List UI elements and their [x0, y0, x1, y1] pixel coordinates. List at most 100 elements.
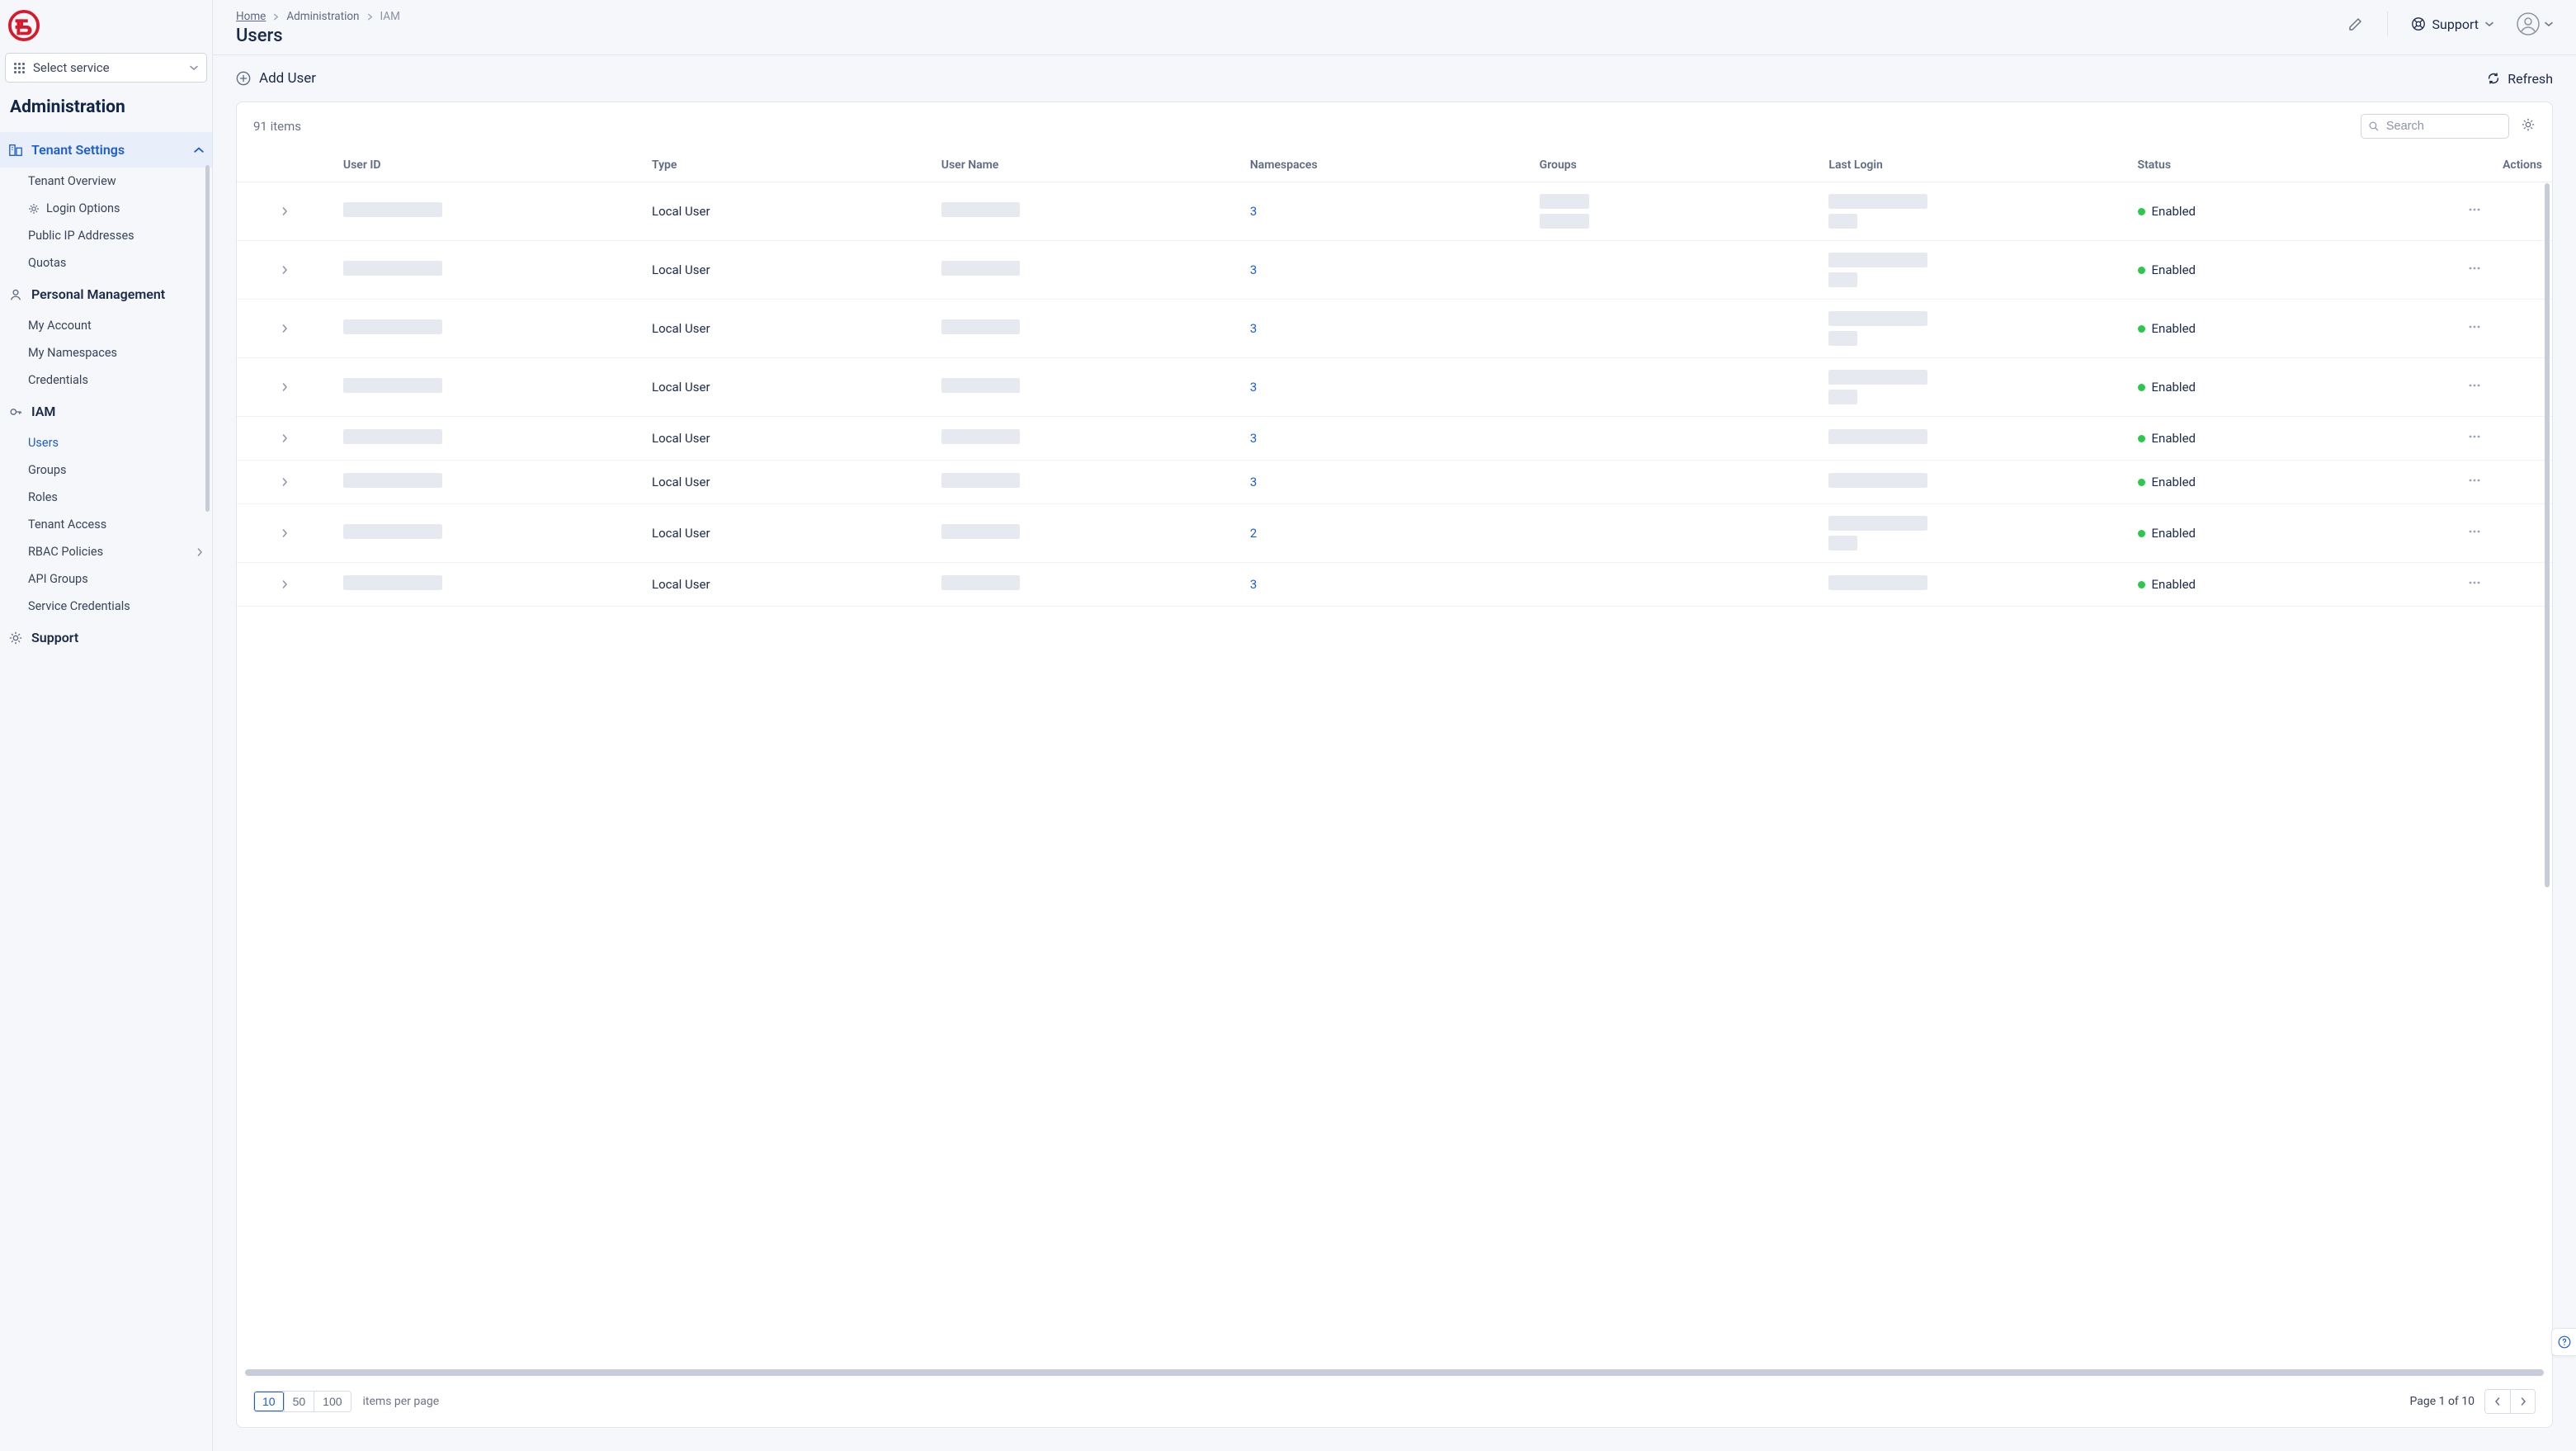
chevron-down-icon [2485, 20, 2493, 28]
expand-row-button[interactable] [237, 563, 333, 607]
cell-namespaces[interactable]: 3 [1240, 300, 1530, 358]
support-label: Support [2432, 17, 2479, 32]
row-actions-button[interactable] [2398, 461, 2552, 504]
cell-userid [333, 182, 642, 241]
cell-username [932, 461, 1240, 504]
col-actions[interactable]: Actions [2398, 150, 2552, 182]
nav-group-header-tenant-settings[interactable]: Tenant Settings [0, 132, 212, 168]
edit-button[interactable] [2347, 16, 2364, 32]
col-username[interactable]: User Name [932, 150, 1240, 182]
row-actions-button[interactable] [2398, 241, 2552, 300]
prev-page-button[interactable] [2485, 1390, 2510, 1413]
expand-row-button[interactable] [237, 504, 333, 563]
cell-status: Enabled [2128, 358, 2398, 417]
cell-username [932, 182, 1240, 241]
status-dot-icon [2138, 267, 2145, 274]
nav-item-quotas[interactable]: Quotas [0, 249, 212, 276]
nav-group-header-support[interactable]: Support [0, 620, 212, 655]
page-size-selector[interactable]: 1050100 [253, 1391, 351, 1412]
page-size-10[interactable]: 10 [254, 1392, 284, 1411]
chevron-right-icon [281, 207, 289, 215]
nav-item-label: Quotas [28, 256, 66, 270]
horizontal-scrollbar[interactable] [245, 1369, 2544, 1376]
nav-item-my-account[interactable]: My Account [0, 312, 212, 339]
expand-row-button[interactable] [237, 358, 333, 417]
row-actions-button[interactable] [2398, 358, 2552, 417]
nav-item-tenant-access[interactable]: Tenant Access [0, 511, 212, 538]
nav-group-header-iam[interactable]: IAM [0, 394, 212, 429]
page-size-100[interactable]: 100 [314, 1392, 350, 1411]
nav-item-label: Groups [28, 463, 67, 477]
sidebar-scrollbar[interactable] [205, 132, 210, 1451]
row-actions-button[interactable] [2398, 504, 2552, 563]
cell-namespaces[interactable]: 3 [1240, 563, 1530, 607]
cell-lastlogin [1819, 358, 2127, 417]
col-userid[interactable]: User ID [333, 150, 642, 182]
nav-item-my-namespaces[interactable]: My Namespaces [0, 339, 212, 366]
chevron-right-icon [281, 580, 289, 588]
row-actions-button[interactable] [2398, 563, 2552, 607]
col-namespaces[interactable]: Namespaces [1240, 150, 1530, 182]
col-lastlogin[interactable]: Last Login [1819, 150, 2127, 182]
help-button[interactable] [2551, 1328, 2576, 1356]
cell-namespaces[interactable]: 3 [1240, 182, 1530, 241]
nav-item-label: Tenant Overview [28, 174, 116, 188]
row-actions-button[interactable] [2398, 300, 2552, 358]
table-row: Local User3Enabled [237, 182, 2552, 241]
cell-namespaces[interactable]: 3 [1240, 358, 1530, 417]
account-menu[interactable] [2517, 12, 2553, 35]
nav-item-roles[interactable]: Roles [0, 484, 212, 511]
cell-groups [1530, 563, 1819, 607]
nav-group-iam: IAM Users Groups Roles Tenant Access RBA… [0, 394, 212, 620]
table-scroll[interactable]: User ID Type User Name Namespaces Groups… [237, 150, 2552, 1364]
expand-row-button[interactable] [237, 241, 333, 300]
search-input-wrap[interactable] [2361, 114, 2509, 139]
next-page-button[interactable] [2510, 1390, 2535, 1413]
sidebar-nav[interactable]: Tenant Settings Tenant Overview Login Op… [0, 132, 212, 1451]
nav-group-header-personal[interactable]: Personal Management [0, 276, 212, 312]
gear-icon [8, 631, 23, 645]
nav-item-api-groups[interactable]: API Groups [0, 565, 212, 593]
cell-username [932, 417, 1240, 461]
cell-namespaces[interactable]: 3 [1240, 417, 1530, 461]
col-type[interactable]: Type [642, 150, 932, 182]
chevron-right-icon [2519, 1397, 2527, 1406]
cell-namespaces[interactable]: 2 [1240, 504, 1530, 563]
cell-namespaces[interactable]: 3 [1240, 241, 1530, 300]
expand-row-button[interactable] [237, 300, 333, 358]
col-status[interactable]: Status [2128, 150, 2398, 182]
nav-group-tenant-settings: Tenant Settings Tenant Overview Login Op… [0, 132, 212, 276]
nav-item-tenant-overview[interactable]: Tenant Overview [0, 168, 212, 195]
nav-item-service-credentials[interactable]: Service Credentials [0, 593, 212, 620]
table-settings-button[interactable] [2521, 117, 2536, 135]
cell-status: Enabled [2128, 241, 2398, 300]
cell-namespaces[interactable]: 3 [1240, 461, 1530, 504]
nav-item-login-options[interactable]: Login Options [0, 195, 212, 222]
chevron-right-icon [272, 13, 280, 21]
nav-item-public-ip[interactable]: Public IP Addresses [0, 222, 212, 249]
breadcrumb-admin[interactable]: Administration [286, 10, 359, 23]
expand-row-button[interactable] [237, 461, 333, 504]
nav-item-rbac-policies[interactable]: RBAC Policies [0, 538, 212, 565]
cell-status: Enabled [2128, 504, 2398, 563]
col-groups[interactable]: Groups [1530, 150, 1819, 182]
vertical-scrollbar[interactable] [2545, 183, 2550, 887]
nav-item-users[interactable]: Users [0, 429, 212, 456]
search-icon [2368, 120, 2380, 133]
expand-row-button[interactable] [237, 182, 333, 241]
nav-item-credentials[interactable]: Credentials [0, 366, 212, 394]
row-actions-button[interactable] [2398, 417, 2552, 461]
page-size-50[interactable]: 50 [284, 1392, 314, 1411]
table-row: Local User3Enabled [237, 358, 2552, 417]
more-icon [2466, 201, 2483, 218]
breadcrumb-home[interactable]: Home [236, 10, 266, 23]
refresh-button[interactable]: Refresh [2486, 71, 2553, 87]
row-actions-button[interactable] [2398, 182, 2552, 241]
expand-row-button[interactable] [237, 417, 333, 461]
service-selector[interactable]: Select service [5, 53, 207, 83]
nav-item-groups[interactable]: Groups [0, 456, 212, 484]
cell-status: Enabled [2128, 461, 2398, 504]
search-input[interactable] [2386, 120, 2502, 133]
support-dropdown[interactable]: Support [2411, 17, 2493, 32]
add-user-button[interactable]: Add User [236, 70, 316, 87]
